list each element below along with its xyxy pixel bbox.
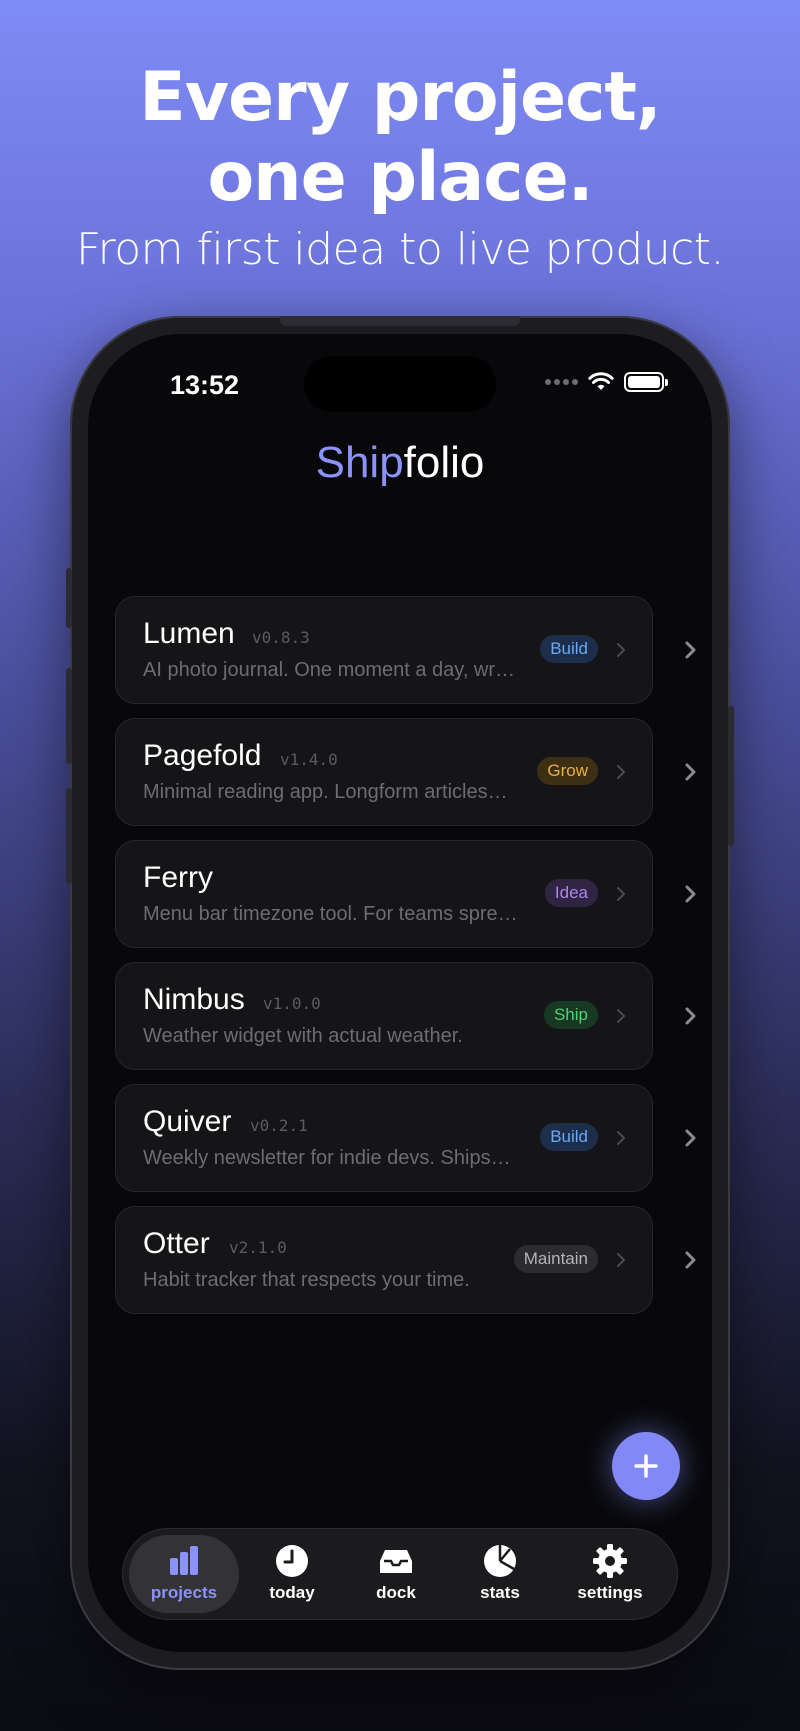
tab-label: projects (150, 1583, 218, 1602)
chevron-right-icon[interactable] (683, 882, 699, 906)
chevron-right-icon[interactable] (683, 760, 699, 784)
project-list: Lumen v0.8.3 AI photo journal. One momen… (115, 596, 696, 1328)
marketing-headline: Every project, one place. (0, 58, 800, 218)
clock-icon (276, 1545, 308, 1577)
tab-bar: projects today dock stats settings (122, 1528, 678, 1620)
project-card[interactable]: Quiver v0.2.1 Weekly newsletter for indi… (115, 1084, 653, 1192)
tab-stats[interactable]: stats (445, 1535, 555, 1613)
tab-today[interactable]: today (237, 1535, 347, 1613)
tab-projects[interactable]: projects (129, 1535, 239, 1613)
chevron-right-icon (617, 1009, 625, 1023)
status-badge: Build (540, 1123, 598, 1151)
project-description: Weekly newsletter for indie devs. Ships… (143, 1147, 511, 1169)
project-card[interactable]: Otter v2.1.0 Habit tracker that respects… (115, 1206, 653, 1314)
status-icons (545, 372, 668, 392)
tab-label: stats (480, 1583, 520, 1602)
add-project-button[interactable] (612, 1432, 680, 1500)
chevron-right-icon[interactable] (683, 1126, 699, 1150)
project-row[interactable]: Lumen v0.8.3 AI photo journal. One momen… (115, 596, 696, 704)
headline-line-2: one place. (207, 138, 593, 217)
status-badge: Build (540, 635, 598, 663)
chevron-right-icon (617, 765, 625, 779)
project-version: v0.2.1 (250, 1116, 308, 1135)
phone-side-button (728, 706, 734, 846)
tab-dock[interactable]: dock (341, 1535, 451, 1613)
status-badge: Idea (544, 879, 598, 907)
wifi-icon (588, 372, 614, 390)
project-row[interactable]: Nimbus v1.0.0 Weather widget with actual… (115, 962, 696, 1070)
tab-label: dock (376, 1583, 416, 1602)
chevron-right-icon (617, 643, 625, 657)
project-version: v1.0.0 (263, 994, 321, 1013)
status-badge: Maintain (513, 1245, 598, 1273)
project-row[interactable]: Otter v2.1.0 Habit tracker that respects… (115, 1206, 696, 1314)
cellular-signal-icon (545, 379, 578, 385)
project-name: Ferry (143, 861, 213, 894)
battery-icon (624, 372, 668, 392)
status-badge: Ship (543, 1001, 598, 1029)
project-description: Habit tracker that respects your time. (143, 1269, 470, 1291)
phone-volume-up-button (66, 668, 72, 764)
chevron-right-icon[interactable] (683, 1248, 699, 1272)
phone-action-button (66, 568, 72, 628)
project-description: Menu bar timezone tool. For teams spre… (143, 903, 518, 925)
chevron-right-icon (617, 887, 625, 901)
app-title: Shipfolio (88, 438, 712, 488)
project-row[interactable]: Ferry Menu bar timezone tool. For teams … (115, 840, 696, 948)
project-version: v2.1.0 (229, 1238, 287, 1257)
chevron-right-icon (617, 1131, 625, 1145)
project-version: v1.4.0 (280, 750, 338, 769)
project-name: Pagefold (143, 739, 262, 772)
plus-icon (634, 1454, 658, 1478)
phone-volume-down-button (66, 788, 72, 884)
chevron-right-icon (617, 1253, 625, 1267)
project-card[interactable]: Nimbus v1.0.0 Weather widget with actual… (115, 962, 653, 1070)
project-version: v0.8.3 (252, 628, 310, 647)
chevron-right-icon[interactable] (683, 638, 699, 662)
project-row[interactable]: Pagefold v1.4.0 Minimal reading app. Lon… (115, 718, 696, 826)
status-badge: Grow (537, 757, 598, 785)
gear-icon (593, 1544, 627, 1578)
project-description: Minimal reading app. Longform articles… (143, 781, 508, 803)
status-time: 13:52 (170, 370, 240, 400)
tab-label: today (269, 1583, 315, 1602)
phone-screen: 13:52 Shipfolio Lumen v0.8.3 AI photo jo… (88, 334, 712, 1652)
phone-top-edge (280, 316, 520, 326)
project-row[interactable]: Quiver v0.2.1 Weekly newsletter for indi… (115, 1084, 696, 1192)
project-description: AI photo journal. One moment a day, wr… (143, 659, 516, 681)
pie-chart-icon (484, 1545, 516, 1577)
project-card[interactable]: Lumen v0.8.3 AI photo journal. One momen… (115, 596, 653, 704)
inbox-tray-icon (380, 1550, 412, 1573)
marketing-subheadline: From first idea to live product. (75, 224, 725, 275)
app-title-accent: Ship (315, 438, 404, 487)
project-card[interactable]: Ferry Menu bar timezone tool. For teams … (115, 840, 653, 948)
project-description: Weather widget with actual weather. (143, 1025, 463, 1047)
project-name: Otter (143, 1227, 210, 1260)
app-title-rest: folio (403, 438, 485, 487)
tab-settings[interactable]: settings (555, 1535, 665, 1613)
headline-line-1: Every project, (139, 58, 661, 137)
project-name: Quiver (143, 1105, 232, 1138)
project-name: Nimbus (143, 983, 245, 1016)
project-name: Lumen (143, 617, 235, 650)
chevron-right-icon[interactable] (683, 1004, 699, 1028)
dynamic-island (304, 356, 496, 412)
tab-label: settings (577, 1583, 643, 1602)
bar-chart-icon (170, 1546, 198, 1575)
project-card[interactable]: Pagefold v1.4.0 Minimal reading app. Lon… (115, 718, 653, 826)
